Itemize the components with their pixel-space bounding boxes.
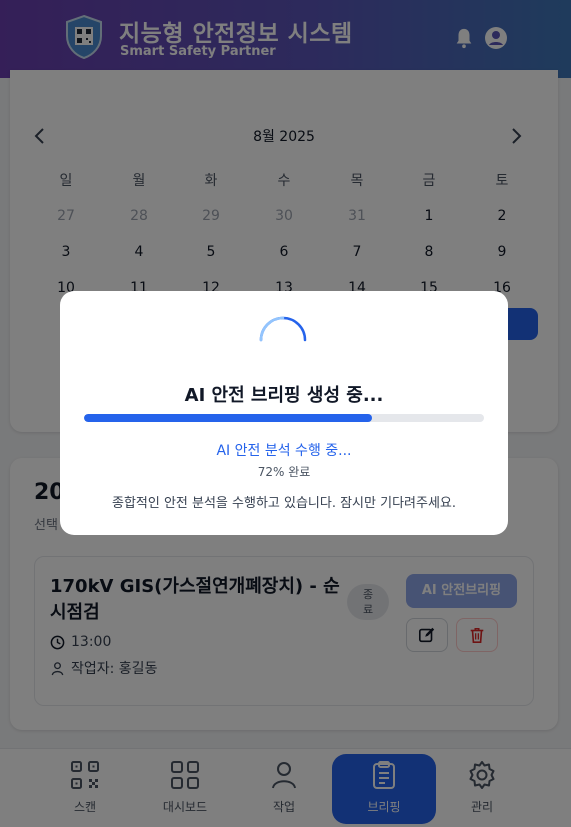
progress-fill <box>84 414 372 422</box>
modal-description: 종합적인 안전 분석을 수행하고 있습니다. 잠시만 기다려주세요. <box>111 496 457 511</box>
loading-spinner-icon <box>259 316 307 342</box>
modal-step-text: AI 안전 분석 수행 중... <box>216 443 352 459</box>
modal-percent-text: 72% 완료 <box>257 465 311 479</box>
modal-title: AI 안전 브리핑 생성 중... <box>184 385 384 406</box>
progress-bar <box>84 414 484 422</box>
